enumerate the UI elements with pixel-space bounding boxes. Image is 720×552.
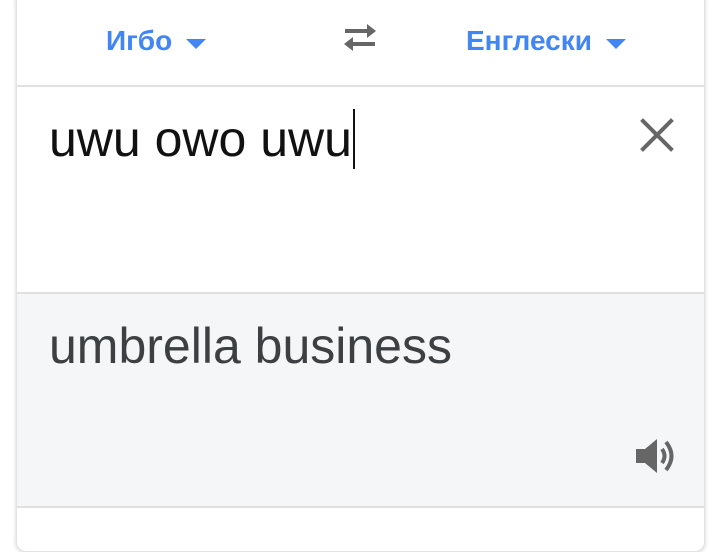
source-text-input[interactable]: uwu owo uwu	[17, 87, 704, 292]
input-text: uwu owo uwu	[49, 111, 352, 167]
language-bar: Игбо Енглески	[17, 1, 704, 87]
text-cursor	[352, 109, 355, 169]
target-language-label: Енглески	[466, 25, 592, 56]
target-language-selector[interactable]: Енглески	[466, 21, 626, 61]
source-language-selector[interactable]: Игбо	[106, 21, 207, 61]
speaker-icon[interactable]	[634, 436, 678, 476]
translation-text: umbrella business	[49, 318, 452, 374]
input-text-value[interactable]: uwu owo uwu	[49, 109, 355, 169]
source-language-label: Игбо	[106, 25, 173, 56]
translate-card: Игбо Енглески uwu owo uwu umbrella busin…	[16, 0, 705, 552]
caret-down-icon	[605, 39, 626, 49]
swap-arrows-icon[interactable]	[339, 19, 381, 55]
caret-down-icon	[186, 39, 207, 49]
close-icon[interactable]	[637, 115, 677, 155]
translation-output: umbrella business	[17, 292, 704, 508]
